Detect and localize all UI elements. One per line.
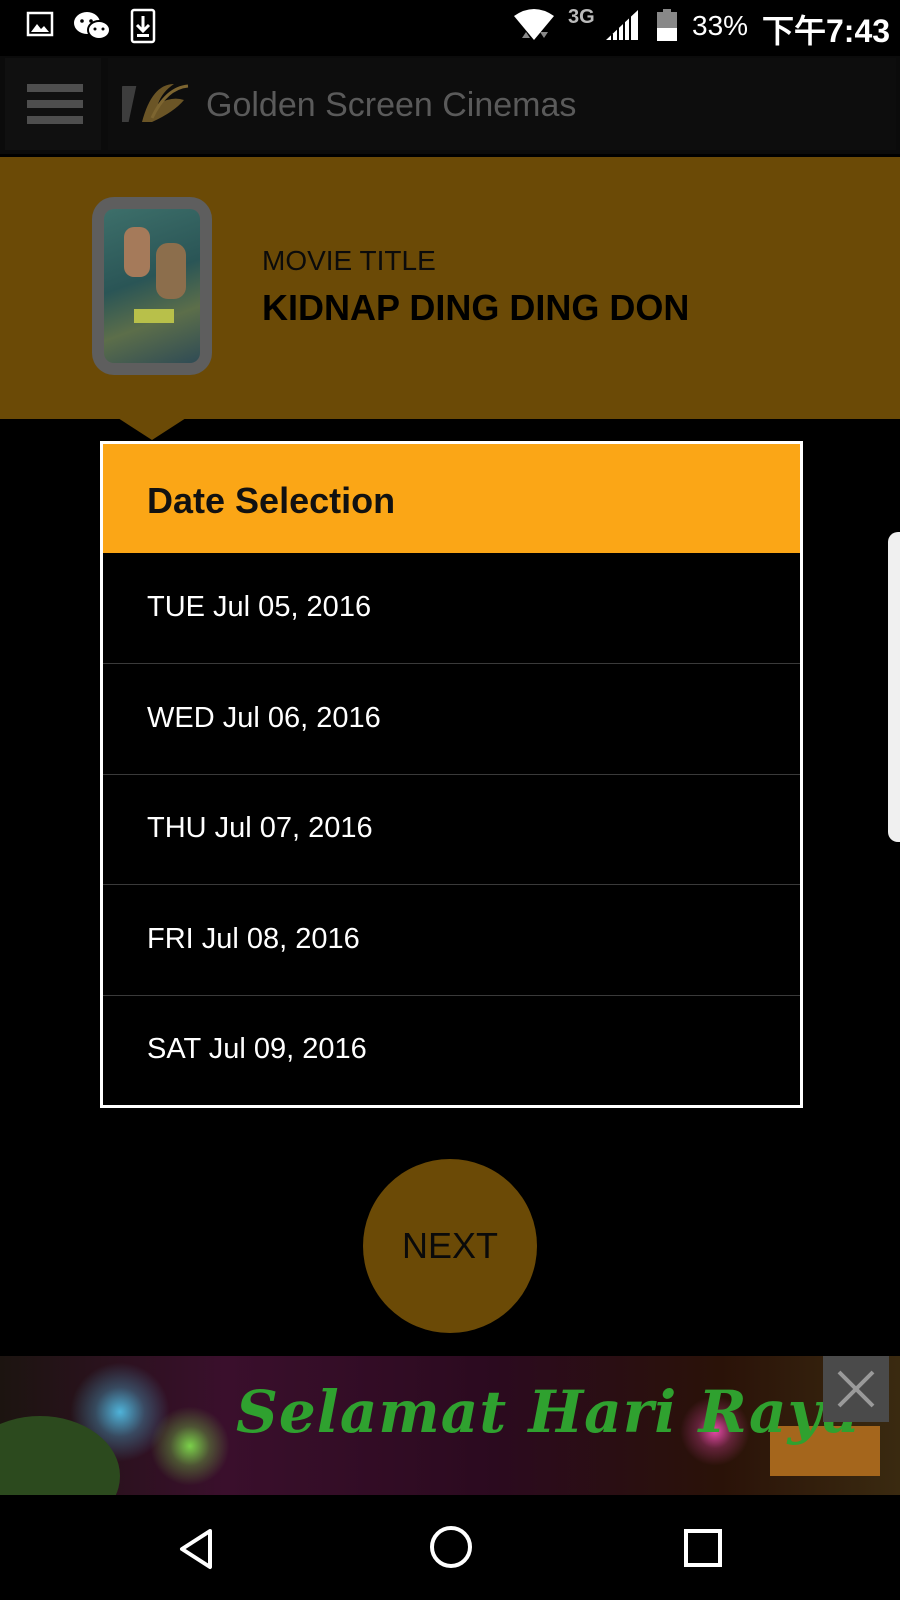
gsc-logo	[114, 78, 192, 133]
date-option[interactable]: FRI Jul 08, 2016	[103, 885, 800, 996]
dialog-header: Date Selection	[103, 444, 800, 553]
banner-close-button[interactable]	[823, 1356, 889, 1422]
date-option-label: THU Jul 07, 2016	[147, 812, 373, 844]
app-title: Golden Screen Cinemas	[206, 86, 577, 124]
wifi-icon	[512, 8, 556, 49]
image-icon	[26, 10, 54, 43]
movie-poster	[92, 197, 212, 375]
network-type: 3G	[568, 6, 595, 28]
side-drawer-handle[interactable]	[888, 532, 900, 842]
banner-text: Selamat Hari Raya	[236, 1378, 861, 1446]
date-option-label: FRI Jul 08, 2016	[147, 923, 360, 955]
back-icon[interactable]	[172, 1525, 220, 1578]
battery-icon	[656, 8, 678, 47]
home-icon[interactable]	[428, 1524, 474, 1575]
movie-title-label: MOVIE TITLE	[262, 245, 436, 276]
date-option[interactable]: THU Jul 07, 2016	[103, 774, 800, 885]
download-icon	[130, 8, 158, 49]
dialog-title: Date Selection	[147, 480, 396, 521]
app-bar: Golden Screen Cinemas	[0, 56, 900, 154]
close-icon	[823, 1370, 889, 1426]
date-selection-dialog: Date Selection TUE Jul 05, 2016 WED Jul …	[100, 441, 803, 1108]
date-option[interactable]: WED Jul 06, 2016	[103, 664, 800, 775]
next-button[interactable]: NEXT	[363, 1159, 537, 1333]
status-bar: 3G 33% 下午7:43	[0, 0, 900, 54]
date-option-label: SAT Jul 09, 2016	[147, 1033, 367, 1065]
date-option-label: TUE Jul 05, 2016	[147, 591, 372, 623]
movie-title: KIDNAP DING DING DON	[262, 287, 690, 328]
navigation-bar	[0, 1497, 900, 1600]
next-button-label: NEXT	[401, 1225, 498, 1266]
ad-banner[interactable]: Selamat Hari Raya	[0, 1356, 900, 1495]
poster-image	[104, 209, 200, 363]
date-option[interactable]: TUE Jul 05, 2016	[103, 553, 800, 664]
battery-percent: 33%	[692, 10, 749, 41]
signal-icon	[604, 8, 640, 47]
date-option-label: WED Jul 06, 2016	[147, 702, 381, 734]
menu-button[interactable]	[5, 58, 101, 150]
poster-pointer	[118, 418, 186, 440]
app-header: Golden Screen Cinemas	[108, 58, 896, 150]
date-option[interactable]: SAT Jul 09, 2016	[103, 995, 800, 1105]
clock: 下午7:43	[762, 13, 891, 49]
recents-icon[interactable]	[682, 1527, 724, 1574]
movie-header: MOVIE TITLE KIDNAP DING DING DON	[0, 157, 900, 419]
firework-decoration	[150, 1406, 230, 1486]
wechat-icon	[72, 10, 112, 47]
